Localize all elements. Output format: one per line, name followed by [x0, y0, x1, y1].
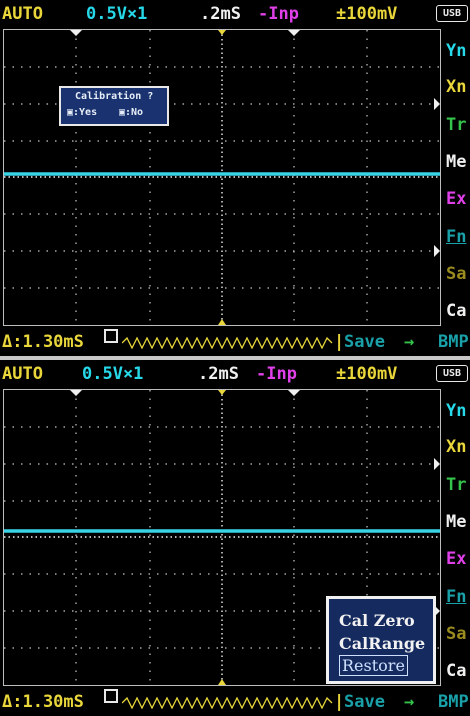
side-menu: Yn Xn Tr Me Ex Fn Sa Ca — [444, 389, 470, 686]
menu-item-fn[interactable]: Fn — [446, 587, 466, 607]
timeline-end-marker: | — [334, 692, 345, 712]
volts-per-div[interactable]: 0.5V×1 — [86, 0, 147, 28]
usb-icon: USB — [436, 365, 468, 382]
menu-item-me[interactable]: Me — [446, 512, 466, 532]
bmp-label[interactable]: BMP — [438, 689, 469, 715]
cal-zero-option[interactable]: Cal Zero — [339, 611, 415, 630]
grid — [4, 30, 440, 325]
menu-item-sa[interactable]: Sa — [446, 624, 466, 644]
scope-screen-top: AUTO 0.5V×1 .2mS -Inp ±100mV USB Calibra… — [0, 0, 470, 356]
menu-item-ex[interactable]: Ex — [446, 189, 466, 209]
trigger-mode[interactable]: AUTO — [2, 360, 43, 388]
menu-item-me[interactable]: Me — [446, 152, 466, 172]
status-bar: AUTO 0.5V×1 .2mS -Inp ±100mV USB — [0, 0, 470, 28]
arrow-icon: → — [404, 692, 415, 712]
yes-option[interactable]: ▣:Yes — [67, 107, 97, 118]
save-label[interactable]: Save — [344, 689, 385, 715]
time-per-div[interactable]: .2mS — [198, 360, 239, 388]
calibration-dialog[interactable]: Calibration ? ▣:Yes ▣:No — [59, 86, 169, 126]
dialog-title: Calibration ? — [75, 91, 154, 102]
bmp-label[interactable]: BMP — [438, 329, 469, 355]
zigzag-timeline — [122, 337, 333, 349]
save-label[interactable]: Save — [344, 329, 385, 355]
trigger-mode[interactable]: AUTO — [2, 0, 43, 28]
menu-item-ca[interactable]: Ca — [446, 301, 466, 321]
menu-item-xn[interactable]: Xn — [446, 437, 466, 457]
no-option[interactable]: ▣:No — [119, 107, 143, 118]
bottom-bar: Δ:1.30mS | Save → BMP — [0, 689, 470, 715]
time-per-div[interactable]: .2mS — [200, 0, 241, 28]
calibration-menu[interactable]: Cal Zero CalRange Restore — [326, 596, 436, 684]
menu-item-sa[interactable]: Sa — [446, 264, 466, 284]
status-bar: AUTO 0.5V×1 .2mS -Inp ±100mV USB — [0, 360, 470, 388]
menu-item-yn[interactable]: Yn — [446, 401, 466, 421]
menu-item-ex[interactable]: Ex — [446, 549, 466, 569]
menu-item-tr[interactable]: Tr — [446, 475, 466, 495]
menu-item-yn[interactable]: Yn — [446, 41, 466, 61]
cal-range-option[interactable]: CalRange — [339, 634, 425, 653]
waveform-display: Calibration ? ▣:Yes ▣:No — [3, 29, 441, 326]
zigzag-timeline — [122, 697, 333, 709]
input-coupling[interactable]: -Inp — [256, 360, 297, 388]
side-menu: Yn Xn Tr Me Ex Fn Sa Ca — [444, 29, 470, 326]
input-coupling[interactable]: -Inp — [258, 0, 299, 28]
menu-item-tr[interactable]: Tr — [446, 115, 466, 135]
bottom-bar: Δ:1.30mS | Save → BMP — [0, 329, 470, 355]
arrow-icon: → — [404, 332, 415, 352]
volts-per-div[interactable]: 0.5V×1 — [82, 360, 143, 388]
usb-icon: USB — [436, 5, 468, 22]
menu-item-xn[interactable]: Xn — [446, 77, 466, 97]
trigger-level[interactable]: ±100mV — [336, 360, 397, 388]
timeline-end-marker: | — [334, 332, 345, 352]
delta-time[interactable]: Δ:1.30mS — [2, 689, 84, 715]
menu-item-ca[interactable]: Ca — [446, 661, 466, 681]
delta-time[interactable]: Δ:1.30mS — [2, 329, 84, 355]
menu-item-fn[interactable]: Fn — [446, 227, 466, 247]
restore-option[interactable]: Restore — [339, 655, 408, 676]
trigger-level[interactable]: ±100mV — [336, 0, 397, 28]
